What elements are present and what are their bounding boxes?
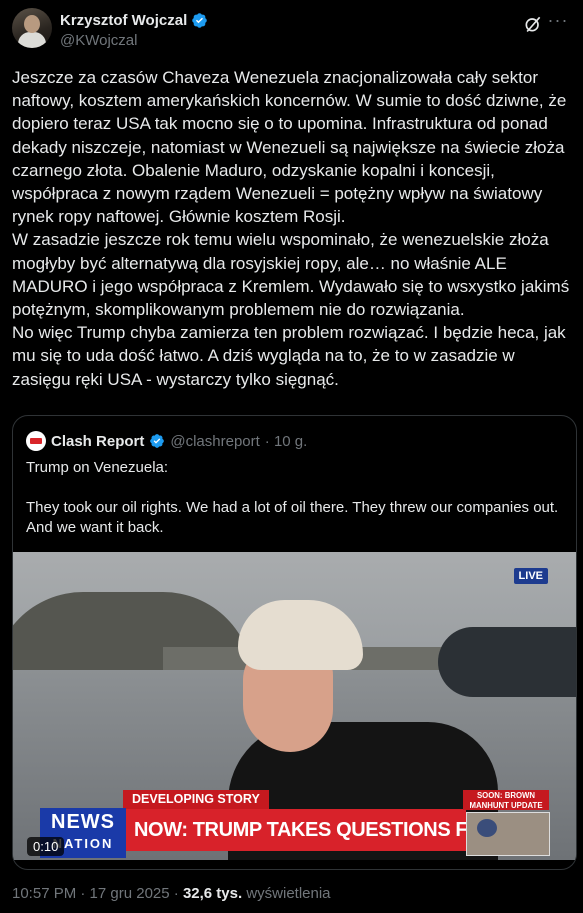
author-name-row[interactable]: Krzysztof Wojczal [60, 12, 208, 29]
quoted-tweet-header: Clash Report @clashreport · 10 g. [26, 431, 307, 451]
verified-badge-icon [192, 13, 208, 28]
chyron-headline: NOW: TRUMP TAKES QUESTIONS FROM REPORTER… [126, 809, 466, 851]
video-inset-thumbnail [466, 812, 550, 856]
soon-line-1: SOON: BROWN [476, 791, 536, 800]
grok-icon[interactable] [523, 14, 543, 34]
logo-line-1: NEWS [51, 811, 115, 833]
speaker-hair [238, 600, 363, 670]
soon-line-2: MANHUNT UPDATE [469, 800, 543, 810]
tweet-text: Jeszcze za czasów Chaveza Wenezuela znac… [12, 68, 570, 389]
more-icon[interactable]: ··· [545, 10, 571, 36]
tweet-header: Krzysztof Wojczal @KWojczal ··· [12, 8, 571, 56]
quoted-author-name[interactable]: Clash Report [51, 433, 144, 450]
quoted-tweet[interactable]: Clash Report @clashreport · 10 g. Trump … [12, 415, 577, 870]
tweet-datetime[interactable]: 10:57 PM · 17 gru 2025 · [12, 885, 183, 902]
quoted-tweet-time[interactable]: · 10 g. [265, 433, 308, 450]
author-avatar[interactable] [12, 8, 52, 48]
quoted-author-avatar[interactable] [26, 431, 46, 451]
quoted-tweet-text: Trump on Venezuela: They took our oil ri… [26, 459, 559, 536]
author-handle[interactable]: @KWojczal [60, 32, 208, 49]
verified-badge-icon [150, 434, 165, 448]
views-label: wyświetlenia [242, 885, 331, 902]
quoted-author-handle[interactable]: @clashreport [170, 433, 259, 450]
video-timecode: 0:10 [27, 837, 65, 856]
live-badge: LIVE [513, 568, 548, 584]
developing-story-banner: DEVELOPING STORY [123, 790, 269, 809]
views-count: 32,6 tys. [182, 885, 243, 902]
tweet-metadata: 10:57 PM · 17 gru 2025 · 32,6 tys. wyświ… [12, 885, 331, 902]
author-display-name[interactable]: Krzysztof Wojczal [60, 12, 187, 29]
soon-banner: SOON: BROWN MANHUNT UPDATE [463, 790, 549, 810]
author-names: Krzysztof Wojczal @KWojczal [60, 12, 208, 56]
video-player[interactable]: LIVE DEVELOPING STORY NEWS NATION NOW: T… [13, 552, 576, 860]
